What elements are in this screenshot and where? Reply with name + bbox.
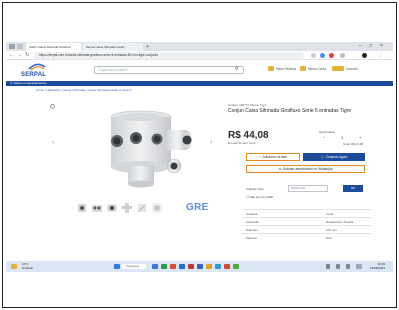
tab-inactive[interactable]: Serpal Caixa Sifonada Girafl... bbox=[83, 43, 143, 51]
app-icon[interactable] bbox=[215, 264, 221, 269]
browser-tab-bar: Sobre Caixa Sifonada Giratória Serpal Ca… bbox=[6, 42, 393, 51]
forward-icon[interactable]: → bbox=[17, 51, 22, 60]
start-icon[interactable] bbox=[114, 264, 120, 269]
system-clock[interactable]: 10:46 13/09/2023 bbox=[370, 262, 386, 270]
spec-value: 100 mm bbox=[326, 228, 337, 232]
app-icon[interactable] bbox=[170, 264, 176, 269]
search-icon[interactable]: ⚲ bbox=[235, 65, 239, 73]
header-link-cart[interactable]: Carrinho bbox=[346, 67, 358, 71]
quantity-value[interactable]: 1 bbox=[341, 135, 343, 141]
quantity-minus-button[interactable]: − bbox=[323, 135, 325, 141]
quantity-total: Total: R$ 44,08 bbox=[343, 142, 364, 146]
spec-value: Residencial / Predial bbox=[326, 220, 354, 224]
thumbnail-5[interactable] bbox=[136, 202, 148, 214]
thumbnail-4[interactable] bbox=[121, 202, 133, 214]
back-icon[interactable]: ← bbox=[9, 51, 14, 60]
product-main-image bbox=[110, 110, 192, 188]
extension-icon[interactable] bbox=[340, 53, 345, 58]
spec-divider bbox=[242, 225, 372, 226]
header-link-orders[interactable]: Meus Pedidos bbox=[276, 67, 296, 71]
tray-chevron-icon[interactable] bbox=[326, 264, 330, 269]
breadcrumb[interactable]: Home / Hidráulica / Caixas Sifonadas / C… bbox=[36, 88, 132, 92]
quantity-label: Quantidade bbox=[319, 130, 335, 134]
browser-menu-icon[interactable]: ⋮ bbox=[378, 51, 383, 60]
quantity-plus-button[interactable]: + bbox=[359, 135, 361, 141]
maximize-button[interactable]: □ bbox=[369, 42, 372, 51]
thumbnail-2[interactable] bbox=[91, 202, 103, 214]
gallery-prev-icon[interactable]: ‹ bbox=[52, 139, 54, 146]
app-icon[interactable] bbox=[188, 264, 194, 269]
serpal-logo-icon[interactable] bbox=[28, 63, 46, 71]
app-icon[interactable] bbox=[233, 264, 239, 269]
site-logo-text[interactable]: SERPAL bbox=[21, 72, 46, 78]
spec-value: PVC bbox=[326, 236, 333, 240]
add-to-list-button[interactable]: ♡ Adicionar na lista bbox=[246, 153, 300, 161]
reload-icon[interactable]: ↻ bbox=[25, 51, 29, 60]
minimize-button[interactable]: – bbox=[359, 42, 362, 51]
new-tab-button[interactable]: + bbox=[146, 43, 149, 51]
quantity-stepper[interactable]: − 1 + bbox=[319, 135, 369, 141]
weather-desc: Nublado bbox=[22, 265, 34, 270]
close-button[interactable]: × bbox=[380, 42, 383, 51]
thumbnail-1[interactable] bbox=[76, 202, 88, 214]
site-header: SERPAL O que você procura? ⚲ Meus Pedido… bbox=[6, 61, 393, 81]
departments-menu[interactable]: ☰ Todos os departamentos bbox=[10, 81, 46, 86]
network-icon[interactable] bbox=[336, 264, 340, 269]
spec-divider bbox=[242, 233, 372, 234]
edge-icon[interactable] bbox=[179, 264, 185, 269]
cep-input[interactable]: 00000-000 bbox=[288, 185, 328, 192]
spec-divider bbox=[242, 217, 372, 218]
department-nav-bar: ☰ Todos os departamentos bbox=[6, 81, 393, 86]
file-explorer-icon[interactable] bbox=[206, 264, 212, 269]
cart-icon[interactable] bbox=[332, 66, 344, 71]
taskbar-search[interactable]: Pesquisar bbox=[122, 264, 146, 269]
product-title: Conjun Caixa Sifonada Girafluxo Serie 5 … bbox=[228, 108, 352, 114]
shipping-label: Calcular frete: bbox=[246, 187, 265, 191]
installments-link[interactable]: Em até 3x sem juros bbox=[228, 141, 255, 145]
task-view-icon[interactable] bbox=[152, 264, 158, 269]
whatsapp-button[interactable]: ☏ Solicitar atendimento no WhatsApp bbox=[246, 165, 365, 173]
profile-avatar[interactable] bbox=[362, 53, 367, 58]
url-field[interactable]: https://serpal.com.br/caixa-sifonada-gir… bbox=[34, 52, 304, 59]
tab-active[interactable]: Sobre Caixa Sifonada Giratória bbox=[26, 43, 81, 51]
window-menu-icon[interactable] bbox=[9, 44, 15, 49]
account-icon[interactable] bbox=[300, 66, 306, 71]
spec-value: Linha bbox=[326, 212, 334, 216]
spec-key: Aplicação bbox=[246, 220, 260, 224]
extension-icon[interactable] bbox=[320, 53, 325, 58]
tab-actions-icon[interactable] bbox=[17, 44, 23, 49]
price-unit: /un. bbox=[263, 134, 269, 138]
chrome-icon[interactable] bbox=[224, 264, 230, 269]
product-sku: Código: 36970 | Marca: Tigre bbox=[228, 103, 267, 107]
thumbnail-6[interactable] bbox=[151, 202, 163, 214]
volume-icon[interactable] bbox=[346, 264, 350, 269]
extension-icon[interactable] bbox=[329, 53, 334, 58]
cep-help-link[interactable]: ☐ Não sei meu CEP bbox=[246, 195, 273, 199]
brand-watermark: GRE bbox=[186, 202, 209, 213]
share-icon[interactable] bbox=[50, 104, 55, 109]
site-search-input[interactable]: O que você procura? bbox=[94, 66, 244, 74]
extension-icon[interactable] bbox=[311, 53, 316, 58]
orders-icon[interactable] bbox=[268, 66, 274, 71]
thumbnail-3[interactable] bbox=[106, 202, 118, 214]
screenshot-canvas: Sobre Caixa Sifonada Giratória Serpal Ca… bbox=[0, 0, 399, 310]
spec-key: Garantia bbox=[246, 212, 258, 216]
app-icon[interactable] bbox=[197, 264, 203, 269]
windows-taskbar: 24°C Nublado Pesquisar 10:46 13/09/2023 bbox=[6, 261, 393, 272]
spec-key: Diâmetro bbox=[246, 228, 259, 232]
header-link-account[interactable]: Minha Conta bbox=[308, 67, 326, 71]
spec-divider bbox=[242, 209, 372, 210]
app-icon[interactable] bbox=[161, 264, 167, 269]
address-bar-row: ← → ↻ https://serpal.com.br/caixa-sifona… bbox=[6, 51, 393, 60]
buy-now-button[interactable]: 🛒 Comprar Agora bbox=[303, 153, 365, 161]
desktop-screen: Sobre Caixa Sifonada Giratória Serpal Ca… bbox=[6, 42, 393, 272]
spec-key: Material bbox=[246, 236, 257, 240]
clock-date: 13/09/2023 bbox=[370, 265, 386, 270]
weather-widget[interactable]: 24°C Nublado bbox=[22, 262, 34, 270]
calculate-shipping-button[interactable]: OK bbox=[343, 185, 363, 192]
gallery-next-icon[interactable]: › bbox=[210, 139, 212, 146]
weather-icon[interactable] bbox=[11, 264, 17, 269]
keyboard-layout-icon[interactable] bbox=[356, 264, 362, 269]
